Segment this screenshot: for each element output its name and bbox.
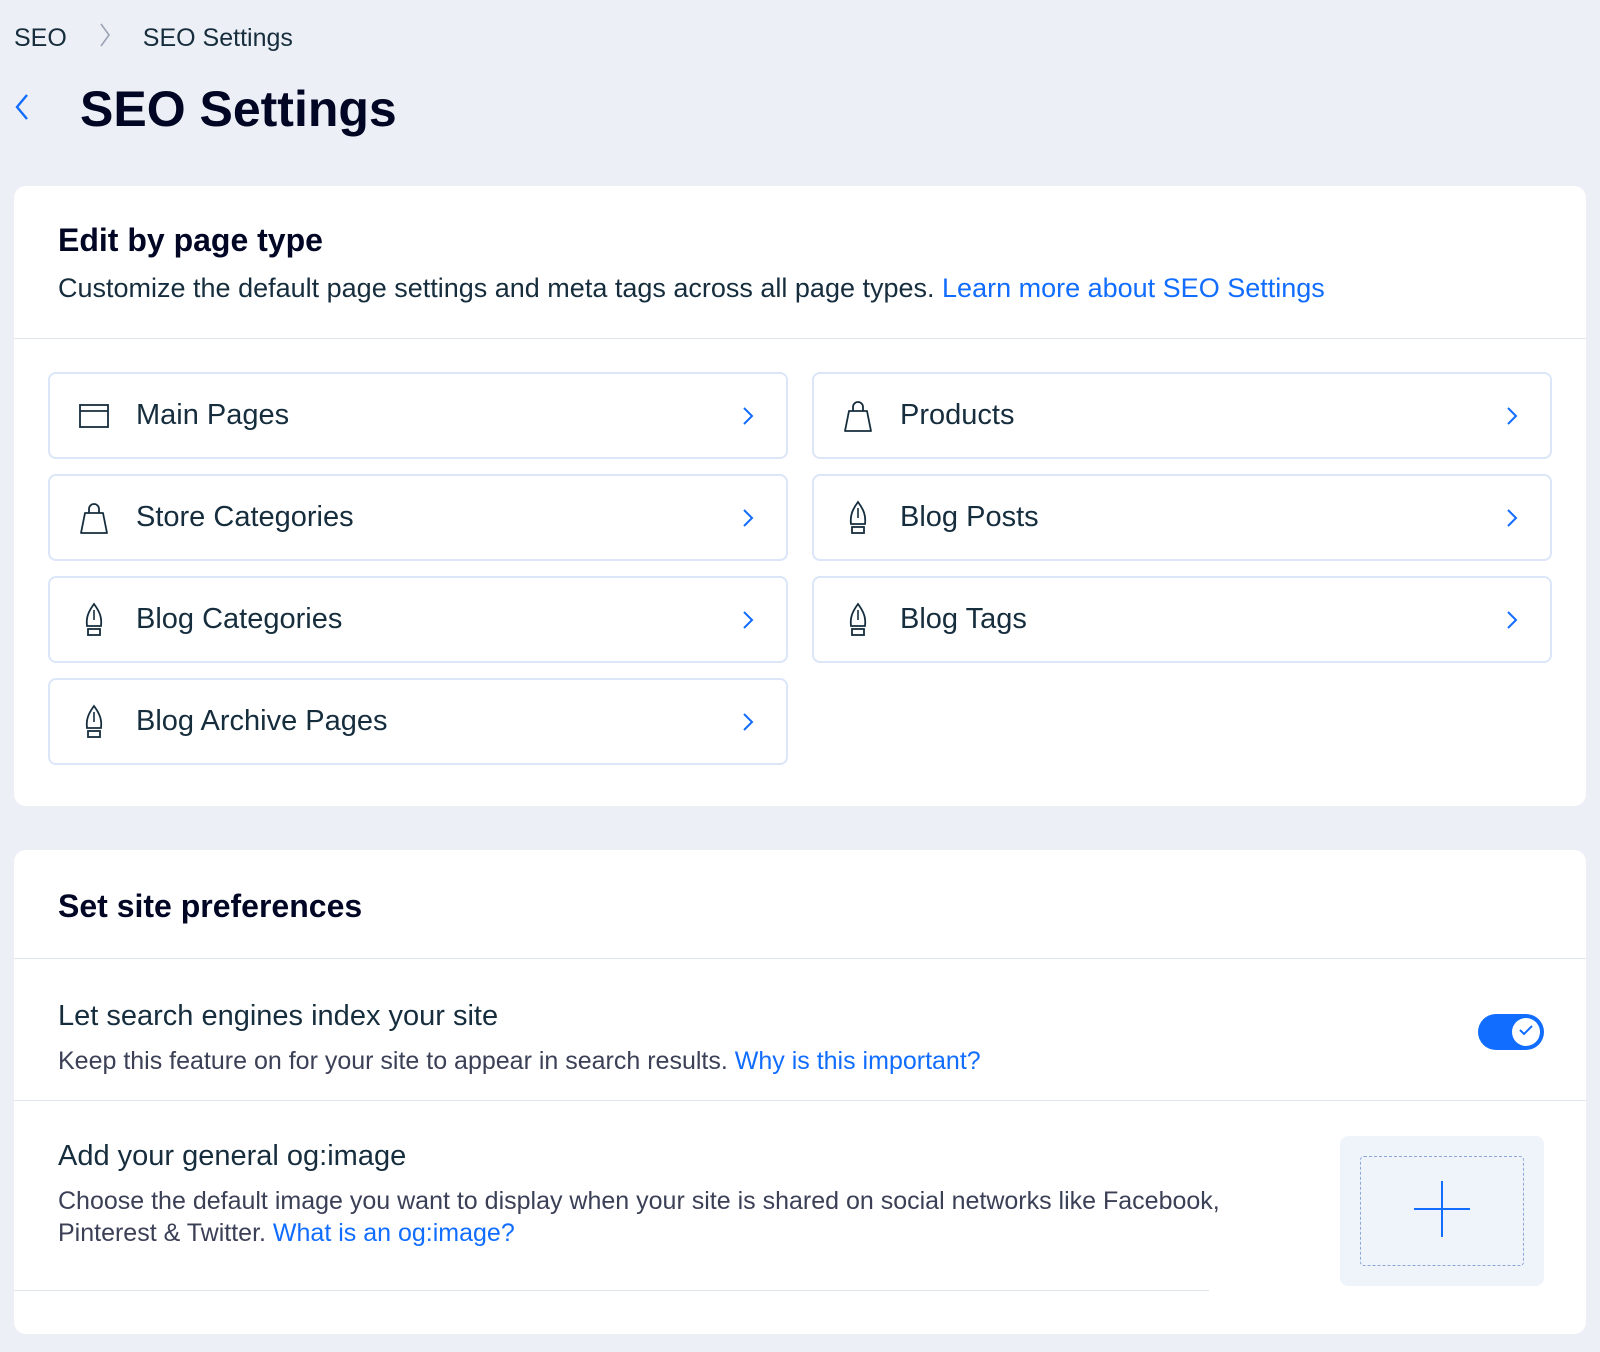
chevron-left-icon: [14, 93, 30, 126]
tile-products[interactable]: Products: [812, 372, 1552, 459]
breadcrumb: SEO SEO Settings: [14, 22, 293, 55]
chevron-right-icon: [738, 608, 758, 632]
breadcrumb-current: SEO Settings: [142, 24, 293, 52]
page-type-description: Customize the default page settings and …: [58, 273, 1542, 304]
tile-store-categories[interactable]: Store Categories: [48, 474, 788, 561]
what-is-og-image-link[interactable]: What is an og:image?: [273, 1219, 515, 1247]
toggle-knob: [1512, 1018, 1540, 1046]
breadcrumb-seo[interactable]: SEO: [14, 24, 67, 53]
checkmark-icon: [1518, 1023, 1534, 1042]
index-site-row: Let search engines index your site Keep …: [58, 1000, 981, 1077]
og-image-description-text: Choose the default image you want to dis…: [58, 1187, 1220, 1247]
page-header: SEO Settings: [14, 80, 397, 138]
tile-label: Main Pages: [136, 399, 290, 431]
tile-label: Blog Categories: [136, 603, 343, 635]
index-site-title: Let search engines index your site: [58, 1000, 499, 1032]
page-type-description-text: Customize the default page settings and …: [58, 273, 935, 303]
page-type-card: Edit by page type Customize the default …: [14, 186, 1586, 806]
tile-blog-categories[interactable]: Blog Categories: [48, 576, 788, 663]
tile-blog-posts[interactable]: Blog Posts: [812, 474, 1552, 561]
chevron-right-icon: [1502, 404, 1522, 428]
chevron-right-icon: [738, 506, 758, 530]
page-type-grid: Main Pages Products Store Categories Blo…: [48, 372, 1552, 765]
index-site-description: Keep this feature on for your site to ap…: [58, 1045, 981, 1077]
og-image-upload[interactable]: [1340, 1136, 1544, 1286]
tile-label: Store Categories: [136, 501, 354, 533]
tile-label: Blog Tags: [900, 603, 1027, 635]
pen-nib-icon: [76, 703, 112, 740]
browser-window-icon: [76, 398, 112, 434]
pen-nib-icon: [840, 499, 876, 536]
tile-label: Products: [900, 399, 1015, 431]
divider: [14, 338, 1586, 339]
og-image-description: Choose the default image you want to dis…: [58, 1185, 1238, 1249]
chevron-right-icon: [738, 404, 758, 428]
chevron-right-icon: [67, 22, 143, 55]
pen-nib-icon: [840, 601, 876, 638]
og-image-row: Add your general og:image Choose the def…: [58, 1140, 1238, 1249]
page-type-title: Edit by page type: [58, 222, 323, 258]
og-image-title: Add your general og:image: [58, 1140, 407, 1172]
tile-label: Blog Archive Pages: [136, 705, 388, 737]
learn-more-link[interactable]: Learn more about SEO Settings: [942, 273, 1325, 303]
pen-nib-icon: [76, 601, 112, 638]
page-title: SEO Settings: [80, 81, 397, 137]
divider: [14, 1100, 1586, 1101]
shopping-bag-icon: [76, 500, 112, 536]
shopping-bag-icon: [840, 398, 876, 434]
tile-main-pages[interactable]: Main Pages: [48, 372, 788, 459]
tile-blog-archive-pages[interactable]: Blog Archive Pages: [48, 678, 788, 765]
tile-label: Blog Posts: [900, 501, 1039, 533]
divider: [14, 1290, 1209, 1291]
site-preferences-title: Set site preferences: [58, 888, 363, 924]
chevron-right-icon: [738, 710, 758, 734]
plus-icon: [1412, 1179, 1472, 1244]
tile-blog-tags[interactable]: Blog Tags: [812, 576, 1552, 663]
site-preferences-card: Set site preferences Let search engines …: [14, 850, 1586, 1334]
chevron-right-icon: [1502, 506, 1522, 530]
why-important-link[interactable]: Why is this important?: [735, 1047, 981, 1075]
index-site-description-text: Keep this feature on for your site to ap…: [58, 1047, 728, 1075]
index-site-toggle[interactable]: [1478, 1014, 1544, 1050]
divider: [14, 958, 1586, 959]
chevron-right-icon: [1502, 608, 1522, 632]
back-button[interactable]: [14, 89, 44, 129]
upload-dropzone: [1360, 1156, 1524, 1266]
